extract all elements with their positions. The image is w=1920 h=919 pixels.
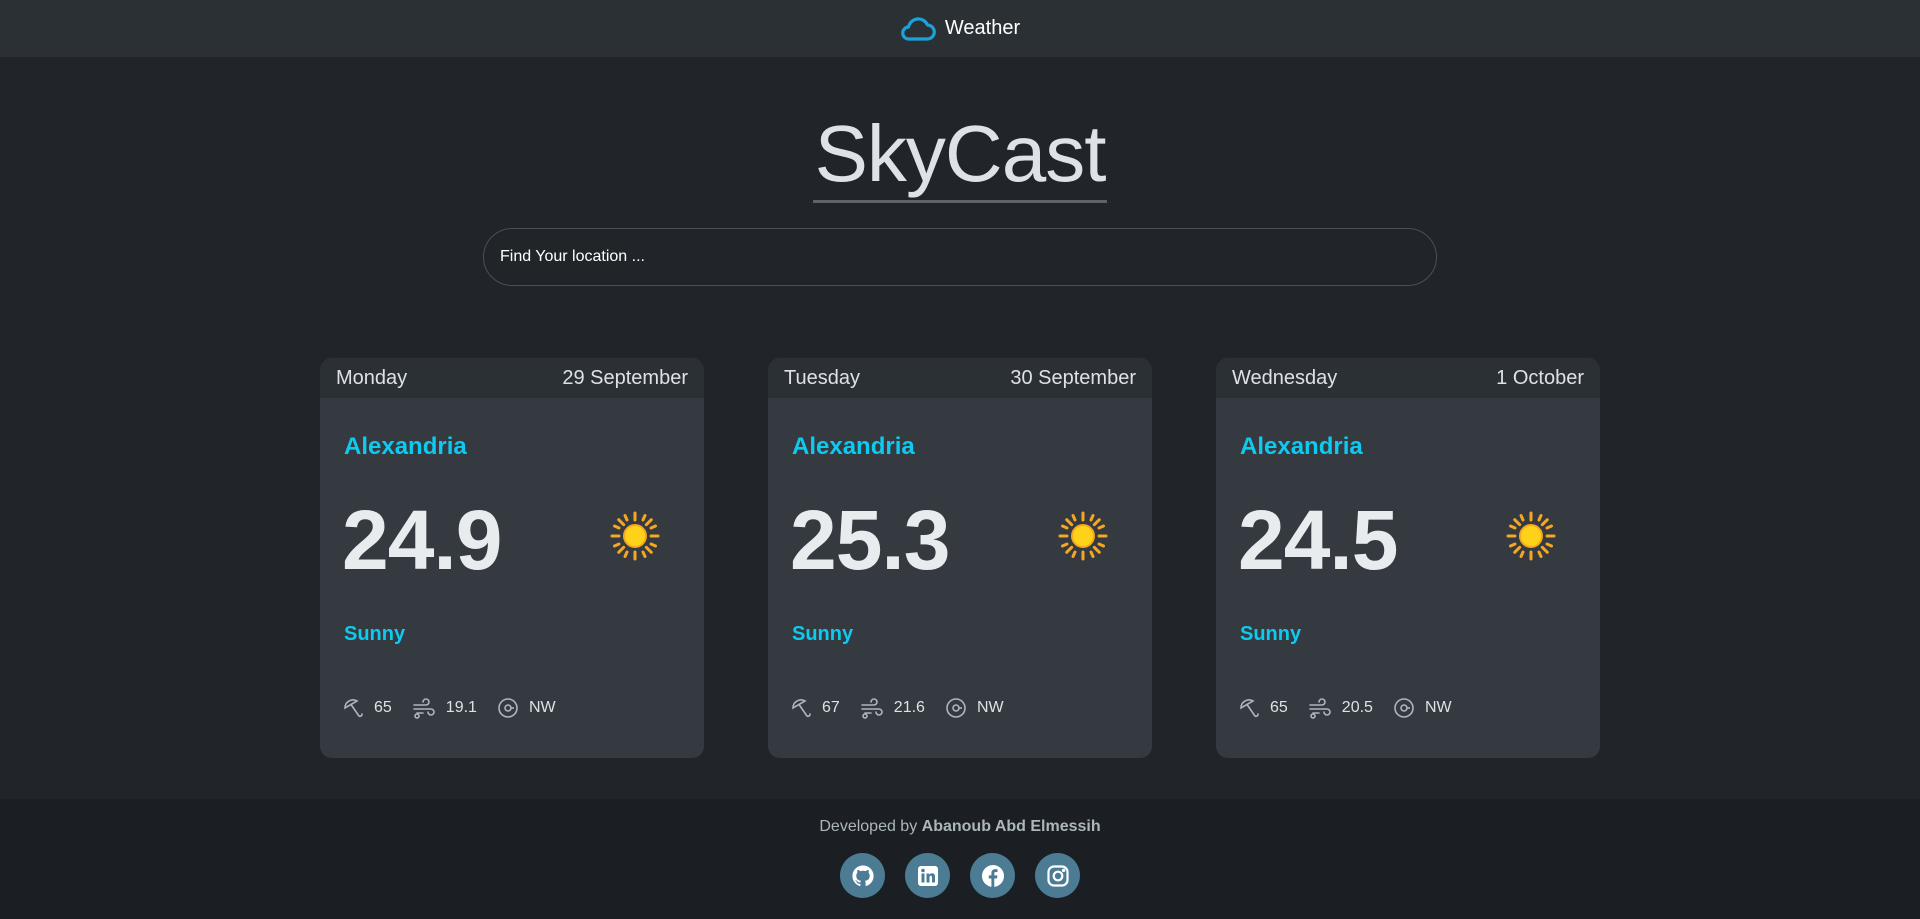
humidity-value: 65 <box>374 699 392 716</box>
date-label: 1 October <box>1496 366 1584 389</box>
credit-prefix: Developed by <box>819 818 918 835</box>
compass-icon <box>946 698 966 718</box>
footer-credit: Developed by Abanoub Abd Elmessih <box>0 818 1920 836</box>
condition-text: Sunny <box>344 623 406 645</box>
direction-stat: NW <box>1393 697 1452 719</box>
wind-icon <box>860 698 883 719</box>
compass-icon <box>498 698 518 718</box>
compass-icon <box>1394 698 1414 718</box>
wind-value: 20.5 <box>1341 699 1373 716</box>
brand-text: Weather <box>944 17 1021 39</box>
humidity-value: 67 <box>822 699 840 716</box>
humidity-value: 65 <box>1270 699 1288 716</box>
forecast-card: Tuesday 30 September Alexandria 25.3 Sun… <box>768 358 1152 758</box>
umbrella-icon <box>1240 699 1259 718</box>
github-icon <box>851 864 874 886</box>
direction-value: NW <box>1424 699 1452 716</box>
sun-icon <box>1506 511 1556 561</box>
day-label: Monday <box>336 366 408 389</box>
wind-value: 19.1 <box>445 699 477 716</box>
wind-icon <box>1308 698 1331 719</box>
day-label: Tuesday <box>784 366 860 389</box>
sun-icon <box>610 511 660 561</box>
humidity-stat: 65 <box>342 697 392 719</box>
condition-text: Sunny <box>792 623 854 645</box>
direction-stat: NW <box>945 697 1004 719</box>
date-label: 29 September <box>562 366 688 389</box>
linkedin-link[interactable] <box>905 853 950 898</box>
page-title: SkyCast <box>812 112 1108 203</box>
wind-value: 21.6 <box>893 699 925 716</box>
umbrella-icon <box>344 699 363 718</box>
city-name: Alexandria <box>1240 433 1363 460</box>
temperature: 24.5 <box>1238 493 1398 587</box>
condition-text: Sunny <box>1240 623 1302 645</box>
search-input[interactable] <box>483 228 1437 286</box>
stats-row: 65 19.1 NW <box>342 697 576 719</box>
city-name: Alexandria <box>344 433 467 460</box>
direction-value: NW <box>528 699 556 716</box>
direction-stat: NW <box>497 697 556 719</box>
day-label: Wednesday <box>1232 366 1338 389</box>
hero: SkyCast <box>0 112 1920 203</box>
brand-link[interactable]: Weather <box>900 16 1020 42</box>
card-header: Monday 29 September <box>320 358 704 398</box>
instagram-icon <box>1046 864 1069 887</box>
direction-value: NW <box>976 699 1004 716</box>
facebook-link[interactable] <box>970 853 1015 898</box>
github-link[interactable] <box>840 853 885 898</box>
search-bar <box>483 228 1437 286</box>
temperature: 25.3 <box>790 493 950 587</box>
footer: Developed by Abanoub Abd Elmessih <box>0 799 1920 919</box>
stats-row: 67 21.6 NW <box>790 697 1024 719</box>
navbar: Weather <box>0 0 1920 57</box>
wind-stat: 21.6 <box>860 697 925 719</box>
social-links <box>0 853 1920 898</box>
facebook-icon <box>981 864 1004 887</box>
stats-row: 65 20.5 NW <box>1238 697 1472 719</box>
humidity-stat: 65 <box>1238 697 1288 719</box>
umbrella-icon <box>792 699 811 718</box>
author-name: Abanoub Abd Elmessih <box>921 818 1101 835</box>
wind-stat: 20.5 <box>1308 697 1373 719</box>
city-name: Alexandria <box>792 433 915 460</box>
date-label: 30 September <box>1010 366 1136 389</box>
card-header: Wednesday 1 October <box>1216 358 1600 398</box>
card-header: Tuesday 30 September <box>768 358 1152 398</box>
temperature: 24.9 <box>342 493 502 587</box>
humidity-stat: 67 <box>790 697 840 719</box>
wind-icon <box>412 698 435 719</box>
forecast-card: Wednesday 1 October Alexandria 24.5 Sunn… <box>1216 358 1600 758</box>
wind-stat: 19.1 <box>412 697 477 719</box>
linkedin-icon <box>917 865 938 886</box>
instagram-link[interactable] <box>1035 853 1080 898</box>
sun-icon <box>1058 511 1108 561</box>
cloud-icon <box>901 16 936 41</box>
forecast-card: Monday 29 September Alexandria 24.9 Sunn… <box>320 358 704 758</box>
